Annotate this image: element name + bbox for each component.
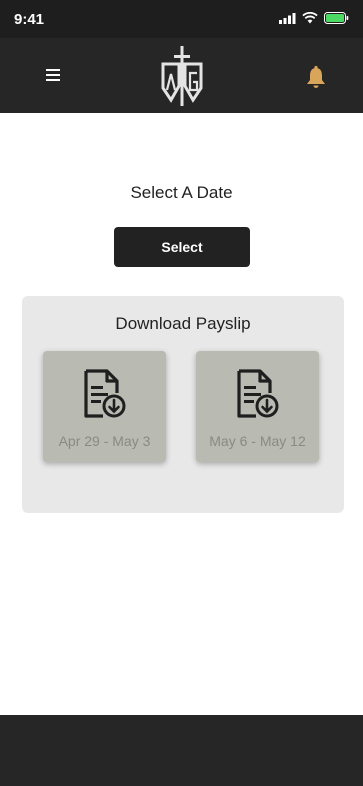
- select-date-button[interactable]: Select: [114, 227, 250, 267]
- payslip-date-range: Apr 29 - May 3: [58, 433, 151, 449]
- status-icons: [279, 12, 349, 24]
- download-payslip-panel: Download Payslip Apr 29 - May 3 May 6 - …: [22, 296, 344, 513]
- notifications-button[interactable]: [305, 65, 327, 89]
- wifi-icon: [302, 12, 318, 24]
- document-download-icon: [237, 369, 279, 418]
- signal-icon: [279, 12, 296, 24]
- app-header: [0, 38, 363, 113]
- payslip-date-range: May 6 - May 12: [209, 433, 306, 449]
- battery-icon: [324, 12, 349, 24]
- bottom-bar: [0, 715, 363, 786]
- hamburger-menu-icon: [46, 69, 60, 81]
- status-bar: 9:41: [0, 0, 363, 38]
- download-payslip-title: Download Payslip: [115, 314, 251, 333]
- status-time: 9:41: [14, 11, 45, 28]
- menu-button[interactable]: [44, 66, 64, 84]
- document-download-icon: [84, 369, 126, 418]
- payslip-card[interactable]: Apr 29 - May 3: [43, 351, 166, 462]
- select-date-title: Select A Date: [130, 183, 233, 202]
- bell-icon: [307, 65, 325, 88]
- payslip-card[interactable]: May 6 - May 12: [196, 351, 319, 462]
- ag-logo: [161, 46, 203, 106]
